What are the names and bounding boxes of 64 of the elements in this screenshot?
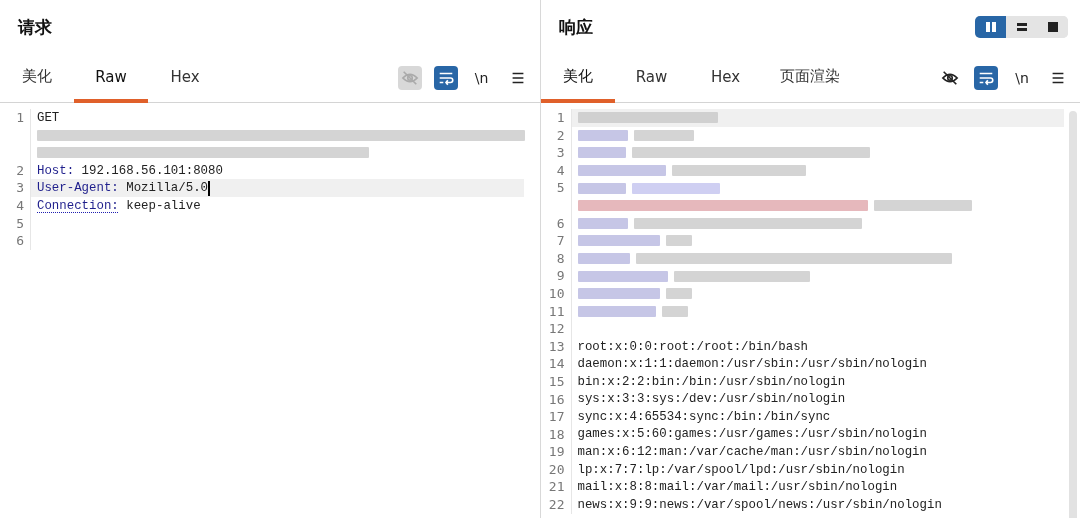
header-name: User-Agent: [37,181,119,196]
line-number: 16 [540,390,572,409]
line-number: 5 [0,214,31,233]
single-pane-icon [1045,20,1060,34]
line-number: 8 [540,249,572,268]
code-text: mail:x:8:8:mail:/var/mail:/usr/sbin/nologin [577,480,898,495]
line-number: 6 [0,232,31,250]
line-number: 14 [540,355,572,373]
tab[interactable]: Raw [614,54,689,103]
code-text: news:x:9:9:news:/var/spool/news:/usr/sbin/nologin [577,497,942,512]
code-text: daemon:x:1:1:daemon:/usr/sbin:/usr/sbin/nologin [577,357,927,372]
panel-title: 响应 [558,15,593,39]
tab[interactable]: 美化 [0,54,74,103]
line-number: 12 [540,320,572,338]
line-number: 9 [540,267,572,285]
code-text: keep-alive [125,198,201,213]
line-number: 3 [540,144,572,162]
line-number: 7 [540,232,572,250]
line-number: 17 [540,408,572,426]
word-wrap-button[interactable] [974,66,998,90]
eye-slash-icon [400,69,419,87]
line-number: 2 [540,126,572,145]
line-number: 4 [540,161,572,180]
layout-button[interactable] [975,16,1006,38]
columns-layout-icon [983,20,998,34]
code-text: games:x:5:60:games:/usr/games:/usr/sbin/nologin [577,427,927,442]
code-text: bin:x:2:2:bin:/bin:/usr/sbin/nologin [577,374,846,389]
tab[interactable]: 页面渲染 [762,54,857,103]
line-number: 22 [540,496,572,514]
code-text: lp:x:7:7:lp:/var/spool/lpd:/usr/sbin/nologin [577,462,905,477]
line-number: 19 [540,443,572,461]
code-text: Mozilla/5.0 [125,181,209,196]
code-text: sync:x:4:65534:sync:/bin:/bin/sync [577,409,831,424]
code-text: 192.168.56.101:8080 [80,163,223,178]
code-text: man:x:6:12:man:/var/cache/man:/usr/sbin/nologin [577,445,927,460]
eye-slash-icon [941,69,959,87]
newline-button[interactable]: \n [1010,66,1034,90]
line-number: 1 [540,109,572,127]
code-text: GET [37,110,60,125]
line-number: 15 [540,372,572,391]
line-number: 4 [0,196,31,215]
header-name: Host: [37,163,75,178]
code-text: root:x:0:0:root:/root:/bin/bash [577,339,808,354]
panel-title: 请求 [18,15,52,39]
code-text: sys:x:3:3:sys:/dev:/usr/sbin/nologin [577,392,846,407]
line-number: 18 [540,425,572,444]
tab[interactable]: Hex [688,54,763,103]
newline-button[interactable]: \n [469,66,494,90]
line-number: 11 [540,302,572,321]
tab[interactable]: Hex [148,54,222,103]
line-number: 2 [0,161,31,180]
tab[interactable]: 美化 [540,54,615,103]
line-number: 5 [540,179,572,197]
line-number: 6 [540,214,572,233]
line-number: 21 [540,478,572,497]
word-wrap-button[interactable] [433,66,458,90]
rows-layout-icon [1014,20,1029,34]
header-name: Connection: [37,198,119,213]
line-number: 20 [540,460,572,479]
line-number: 1 [0,109,31,127]
scrollbar[interactable] [1069,111,1077,518]
tab[interactable]: Raw [74,54,148,103]
line-number: 10 [540,284,572,303]
line-number: 13 [540,337,572,356]
